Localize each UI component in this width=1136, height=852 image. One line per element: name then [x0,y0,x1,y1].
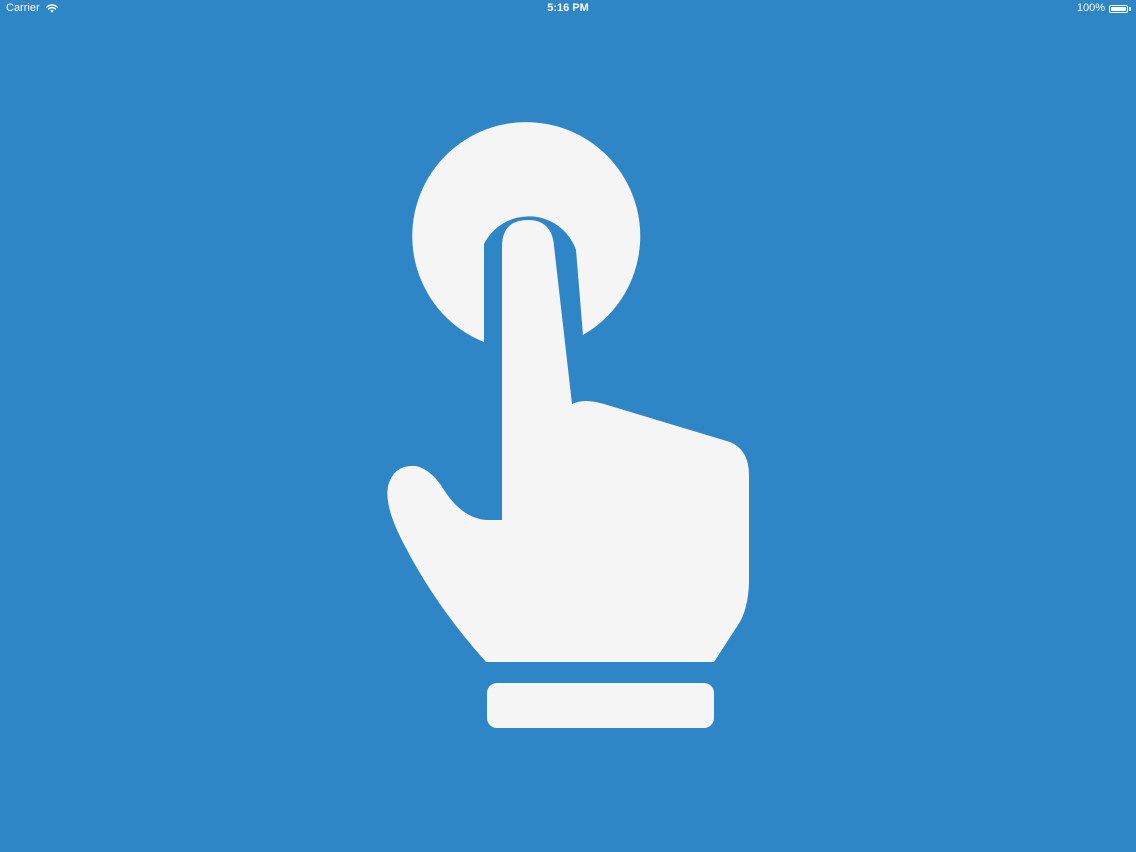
battery-body [1109,4,1128,13]
status-time: 5:16 PM [547,2,589,14]
battery-tip [1129,6,1131,11]
hand-shape [387,220,749,662]
status-bar: Carrier 5:16 PM 100% [0,0,1136,18]
battery-percent: 100% [1076,2,1105,14]
app-screen: Carrier 5:16 PM 100% [0,0,1136,852]
wrist-cuff [487,683,714,728]
touch-ripple [412,122,641,342]
battery-icon [1109,4,1131,13]
battery-fill [1111,6,1126,11]
status-right: 100% [1077,0,1131,17]
tap-gesture-icon [387,122,749,728]
